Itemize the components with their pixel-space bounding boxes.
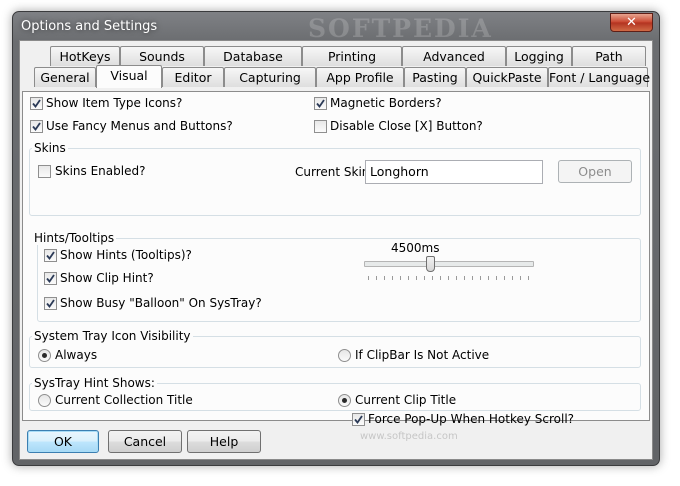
hint-collection-title-label: Current Collection Title (55, 393, 193, 407)
systray-hint-group: SysTray Hint Shows: Current Collection T… (29, 376, 641, 411)
hint-delay-value: 4500ms (391, 241, 440, 255)
show-hints-label: Show Hints (Tooltips)? (60, 248, 192, 262)
ok-button-label: OK (53, 434, 73, 449)
tab-label: Database (223, 49, 283, 64)
hint-clip-title-radio[interactable] (338, 394, 351, 407)
checkmark-icon (46, 274, 55, 283)
systray-hint-group-title: SysTray Hint Shows: (32, 376, 157, 390)
skins-enabled-label: Skins Enabled? (55, 164, 146, 178)
disable-close-button-label: Disable Close [X] Button? (330, 119, 483, 133)
hint-collection-title-radio[interactable] (38, 394, 51, 407)
show-item-type-icons-checkbox[interactable] (30, 97, 43, 110)
tab-app-profile[interactable]: App Profile (316, 67, 404, 87)
checkmark-icon (46, 251, 55, 260)
tray-icon-group-title: System Tray Icon Visibility (32, 329, 193, 343)
softpedia-watermark: SOFTPEDIA (308, 14, 493, 43)
hint-delay-slider-track[interactable] (364, 261, 534, 267)
use-fancy-menus-checkbox[interactable] (30, 120, 43, 133)
tab-sounds[interactable]: Sounds (120, 46, 204, 66)
radio-selected-dot (42, 353, 47, 358)
ok-button[interactable]: OK (27, 430, 99, 453)
tab-label: Font / Language (549, 70, 651, 85)
tab-capturing[interactable]: Capturing (224, 67, 316, 87)
hint-delay-slider-thumb[interactable] (426, 256, 435, 272)
hint-clip-title-label: Current Clip Title (355, 393, 457, 407)
skins-group-title: Skins (32, 141, 68, 155)
open-skin-button[interactable]: Open (558, 160, 632, 183)
tab-label: Editor (174, 70, 212, 85)
tab-hotkeys[interactable]: HotKeys (50, 46, 120, 66)
show-clip-hint-label: Show Clip Hint? (60, 271, 154, 285)
tray-clipbar-label: If ClipBar Is Not Active (355, 348, 490, 362)
tab-quickpaste[interactable]: QuickPaste (466, 67, 548, 87)
tab-editor[interactable]: Editor (162, 67, 224, 87)
tab-label: Sounds (139, 49, 185, 64)
tray-always-label: Always (55, 348, 98, 362)
visual-tab-panel: Show Item Type Icons? Use Fancy Menus an… (22, 91, 650, 426)
tab-general[interactable]: General (34, 67, 96, 87)
magnetic-borders-label: Magnetic Borders? (330, 96, 442, 110)
tab-label: Visual (110, 68, 148, 83)
slider-ticks (368, 276, 532, 280)
use-fancy-menus-label: Use Fancy Menus and Buttons? (46, 119, 233, 133)
help-button[interactable]: Help (187, 430, 261, 453)
hints-tooltips-group: Hints/Tooltips Show Hints (Tooltips)? Sh… (32, 231, 641, 322)
dialog-client-area: HotKeys Sounds Database Printing Advance… (19, 40, 653, 460)
tab-logging[interactable]: Logging (506, 46, 572, 66)
tab-label: QuickPaste (472, 70, 542, 85)
help-button-label: Help (209, 434, 239, 449)
current-skin-value: Longhorn (370, 164, 429, 179)
tab-label: General (40, 70, 90, 85)
tab-label: Advanced (423, 49, 485, 64)
tab-path[interactable]: Path (572, 46, 646, 66)
radio-selected-dot (342, 398, 347, 403)
tab-printing[interactable]: Printing (302, 46, 402, 66)
tab-label: Capturing (239, 70, 301, 85)
open-button-label: Open (578, 164, 612, 179)
show-item-type-icons-label: Show Item Type Icons? (46, 96, 183, 110)
options-window: Options and Settings SOFTPEDIA ✕ HotKeys… (12, 11, 660, 466)
tab-pasting[interactable]: Pasting (404, 67, 466, 87)
tab-label: HotKeys (59, 49, 111, 64)
tray-icon-visibility-group: System Tray Icon Visibility Always If Cl… (29, 329, 641, 368)
force-popup-label: Force Pop-Up When Hotkey Scroll? (368, 412, 575, 426)
tab-database[interactable]: Database (204, 46, 302, 66)
show-clip-hint-checkbox[interactable] (44, 272, 57, 285)
tab-visual[interactable]: Visual (96, 65, 162, 88)
force-popup-checkbox[interactable] (352, 413, 365, 426)
window-title: Options and Settings (21, 19, 158, 34)
tab-label: Pasting (412, 70, 458, 85)
show-busy-balloon-checkbox[interactable] (44, 297, 57, 310)
checkmark-icon (316, 99, 325, 108)
cancel-button-label: Cancel (123, 434, 167, 449)
tray-always-radio[interactable] (38, 349, 51, 362)
magnetic-borders-checkbox[interactable] (314, 97, 327, 110)
checkmark-icon (354, 415, 363, 424)
title-bar[interactable]: Options and Settings SOFTPEDIA ✕ (13, 12, 659, 43)
checkmark-icon (46, 299, 55, 308)
cancel-button[interactable]: Cancel (108, 430, 182, 453)
tab-label: App Profile (326, 70, 394, 85)
tray-clipbar-radio[interactable] (338, 349, 351, 362)
softpedia-url-watermark: www.softpedia.com (360, 431, 458, 442)
close-icon: ✕ (626, 15, 637, 30)
checkmark-icon (32, 99, 41, 108)
skins-enabled-checkbox[interactable] (38, 165, 51, 178)
checkmark-icon (32, 122, 41, 131)
skins-group: Skins Skins Enabled? Current Skin: Longh… (29, 141, 641, 216)
disable-close-button-checkbox[interactable] (314, 120, 327, 133)
tab-font-language[interactable]: Font / Language (548, 67, 651, 87)
current-skin-label: Current Skin: (295, 165, 374, 179)
close-button[interactable]: ✕ (610, 13, 653, 32)
tab-label: Printing (327, 49, 377, 64)
hints-group-title: Hints/Tooltips (32, 231, 117, 245)
tab-label: Logging (514, 49, 564, 64)
show-hints-checkbox[interactable] (44, 249, 57, 262)
current-skin-input[interactable]: Longhorn (365, 160, 543, 184)
tab-label: Path (595, 49, 623, 64)
show-busy-balloon-label: Show Busy "Balloon" On SysTray? (60, 296, 262, 310)
tab-advanced[interactable]: Advanced (402, 46, 506, 66)
